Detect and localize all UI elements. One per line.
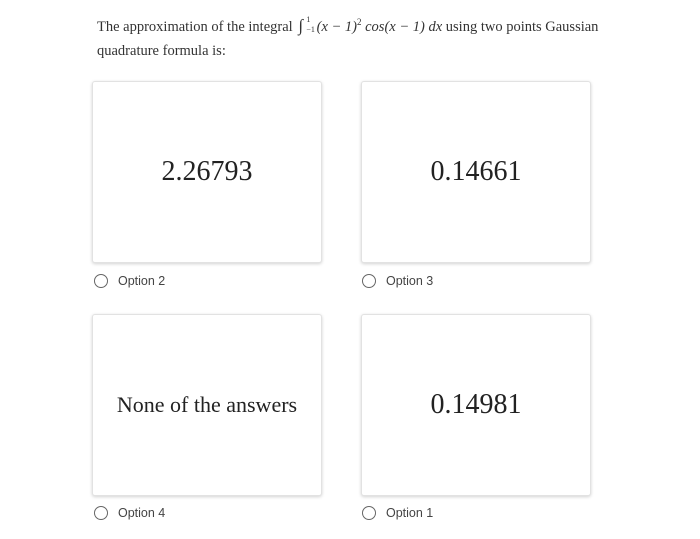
option-label: Option 4: [118, 506, 166, 520]
radio-button[interactable]: [362, 506, 376, 520]
answer-value: 0.14981: [430, 389, 522, 420]
radio-button[interactable]: [94, 274, 108, 288]
option-3-choice[interactable]: Option 3: [362, 274, 433, 288]
answer-value: 2.26793: [161, 156, 253, 187]
option-label: Option 1: [386, 506, 434, 520]
answer-card-option-4[interactable]: None of the answers: [92, 314, 322, 496]
integrand-part-b: cos(x − 1) dx: [361, 18, 443, 35]
radio-button[interactable]: [94, 506, 108, 520]
answer-card-option-1[interactable]: 0.14981: [361, 314, 591, 496]
integrand-part-a: (x − 1): [316, 18, 357, 35]
answer-card-option-3[interactable]: 0.14661: [361, 81, 591, 263]
integral-lower-limit: −1: [306, 24, 315, 34]
option-4-choice[interactable]: Option 4: [94, 506, 165, 520]
integral-sign: ∫ 1 −1: [298, 14, 315, 38]
question-text: The approximation of the integral ∫ 1 −1 (…: [97, 10, 657, 63]
option-2-choice[interactable]: Option 2: [94, 274, 165, 288]
answer-value: 0.14661: [430, 156, 522, 187]
question-prefix: The approximation of the integral: [97, 18, 293, 35]
option-label: Option 3: [386, 274, 434, 288]
answer-value: None of the answers: [116, 392, 298, 417]
option-label: Option 2: [118, 274, 166, 288]
answer-card-option-2[interactable]: 2.26793: [92, 81, 322, 263]
radio-button[interactable]: [362, 274, 376, 288]
option-1-choice[interactable]: Option 1: [362, 506, 433, 520]
